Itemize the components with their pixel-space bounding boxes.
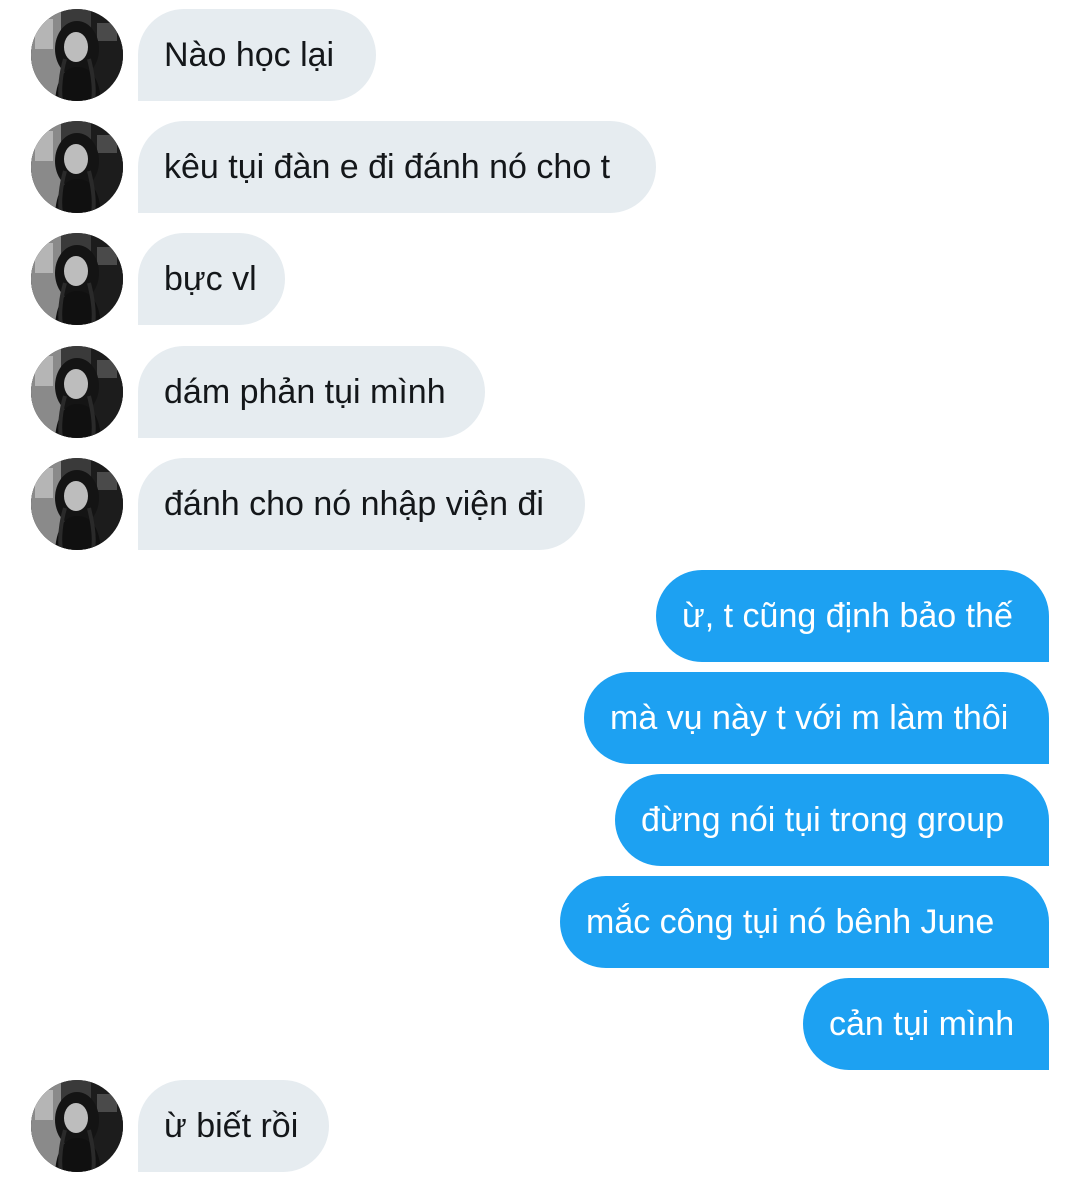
message-bubble[interactable]: ừ biết rồi xyxy=(138,1080,329,1172)
message-row: kêu tụi đàn e đi đánh nó cho t xyxy=(0,121,1080,213)
message-bubble[interactable]: mà vụ này t với m làm thôi xyxy=(584,672,1049,764)
user-avatar-photo-icon xyxy=(31,1080,123,1172)
avatar[interactable] xyxy=(31,121,123,213)
message-row: bực vl xyxy=(0,233,1080,325)
user-avatar-photo-icon xyxy=(31,9,123,101)
message-row: đánh cho nó nhập viện đi xyxy=(0,458,1080,550)
message-bubble[interactable]: dám phản tụi mình xyxy=(138,346,485,438)
message-row: ừ biết rồi xyxy=(0,1080,1080,1172)
message-bubble[interactable]: ừ, t cũng định bảo thế xyxy=(656,570,1049,662)
message-bubble[interactable]: cản tụi mình xyxy=(803,978,1049,1070)
user-avatar-photo-icon xyxy=(31,233,123,325)
message-bubble[interactable]: Nào học lại xyxy=(138,9,376,101)
message-bubble[interactable]: bực vl xyxy=(138,233,285,325)
message-row: dám phản tụi mình xyxy=(0,346,1080,438)
message-bubble[interactable]: kêu tụi đàn e đi đánh nó cho t xyxy=(138,121,656,213)
avatar[interactable] xyxy=(31,458,123,550)
message-row: ừ, t cũng định bảo thế xyxy=(0,570,1080,662)
message-thread: Nào học lại kêu tụi đàn e đi đánh nó cho… xyxy=(0,0,1080,1186)
message-bubble[interactable]: mắc công tụi nó bênh June xyxy=(560,876,1049,968)
message-bubble[interactable]: đánh cho nó nhập viện đi xyxy=(138,458,585,550)
avatar[interactable] xyxy=(31,233,123,325)
user-avatar-photo-icon xyxy=(31,346,123,438)
message-bubble[interactable]: đừng nói tụi trong group xyxy=(615,774,1049,866)
avatar[interactable] xyxy=(31,346,123,438)
avatar[interactable] xyxy=(31,1080,123,1172)
user-avatar-photo-icon xyxy=(31,458,123,550)
message-row: mắc công tụi nó bênh June xyxy=(0,876,1080,968)
user-avatar-photo-icon xyxy=(31,121,123,213)
avatar[interactable] xyxy=(31,9,123,101)
message-row: Nào học lại xyxy=(0,9,1080,101)
message-row: cản tụi mình xyxy=(0,978,1080,1070)
message-row: mà vụ này t với m làm thôi xyxy=(0,672,1080,764)
message-row: đừng nói tụi trong group xyxy=(0,774,1080,866)
